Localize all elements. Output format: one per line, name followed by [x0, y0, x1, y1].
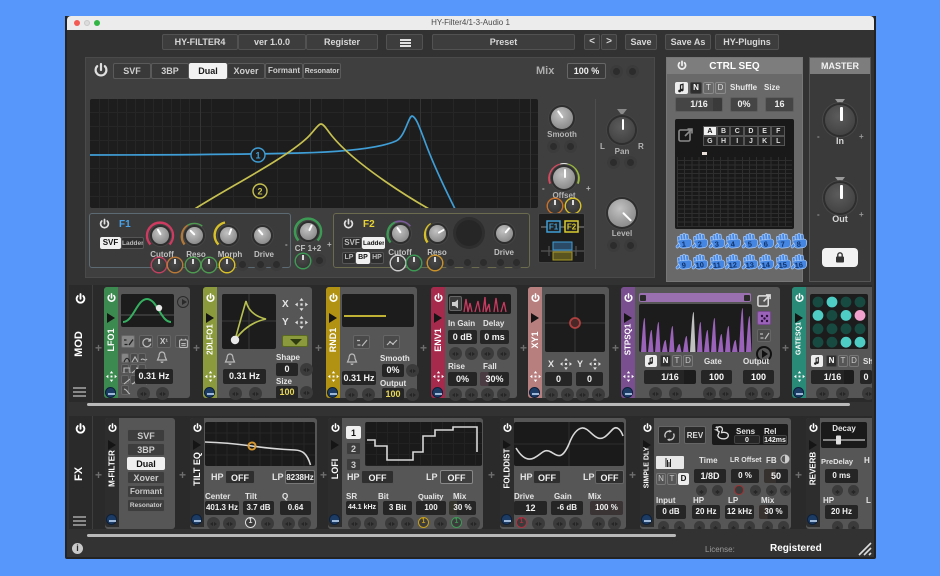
svg-text:7: 7: [780, 240, 785, 249]
svg-text:13: 13: [745, 260, 754, 270]
svg-text:11: 11: [712, 260, 721, 270]
svg-text:1: 1: [681, 240, 686, 249]
svg-text:12: 12: [728, 260, 737, 270]
svg-text:F1: F1: [549, 223, 559, 232]
svg-text:5: 5: [747, 240, 752, 249]
svg-text:2: 2: [257, 187, 262, 197]
svg-text:F2: F2: [567, 223, 577, 232]
svg-text:16: 16: [794, 260, 803, 270]
svg-text:9: 9: [681, 261, 686, 270]
svg-text:15: 15: [778, 260, 787, 270]
svg-text:3: 3: [714, 240, 719, 249]
svg-text:10: 10: [696, 260, 705, 270]
svg-text:1: 1: [255, 151, 260, 161]
